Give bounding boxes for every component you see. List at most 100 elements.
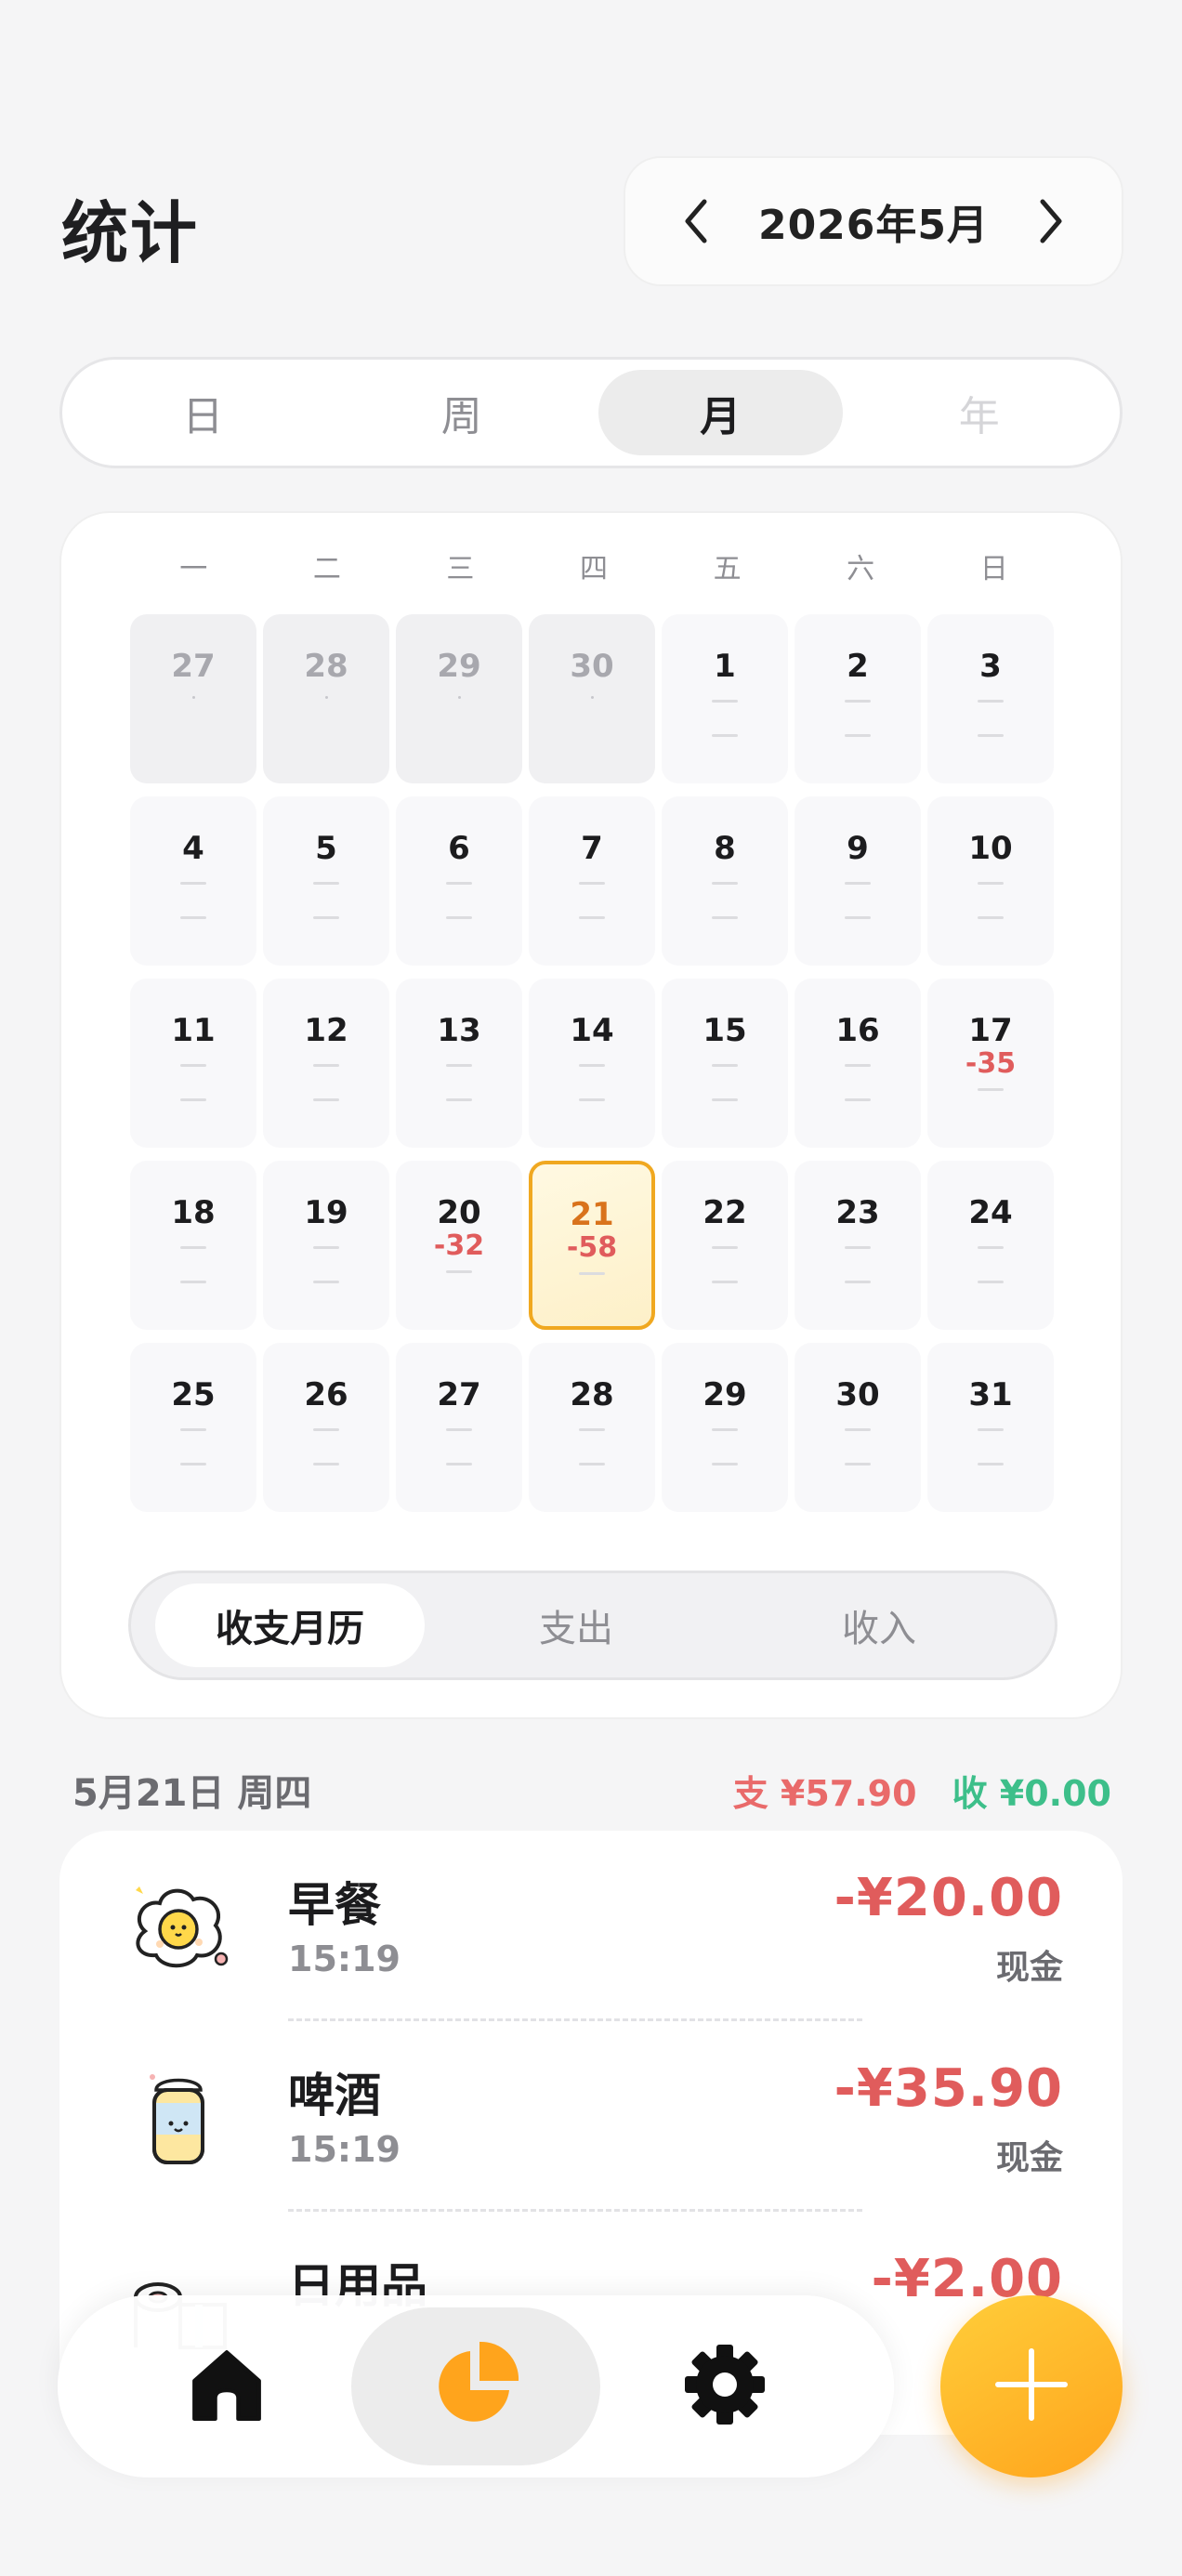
calendar-day[interactable]: 3 xyxy=(927,614,1054,783)
chevron-left-icon[interactable] xyxy=(676,197,716,245)
tab-year[interactable]: 年 xyxy=(858,370,1102,455)
day-number: 14 xyxy=(570,1012,614,1049)
empty-marker xyxy=(313,1098,339,1101)
empty-marker xyxy=(845,916,871,919)
empty-marker xyxy=(579,1064,605,1067)
tab-day[interactable]: 日 xyxy=(81,370,325,455)
empty-marker xyxy=(712,1463,738,1465)
add-record-button[interactable] xyxy=(940,2295,1123,2477)
calendar-day[interactable]: 13 xyxy=(396,979,522,1148)
day-number: 19 xyxy=(304,1194,348,1231)
calendar-day[interactable]: 10 xyxy=(927,796,1054,966)
weekday-header: 一 二 三 四 五 六 日 xyxy=(130,546,1057,593)
calendar-day[interactable]: 2 xyxy=(795,614,921,783)
calendar-day[interactable]: 30 xyxy=(529,614,655,783)
empty-marker xyxy=(446,1428,472,1431)
day-number: 30 xyxy=(570,648,614,685)
view-tab-income[interactable]: 收入 xyxy=(728,1584,1031,1667)
empty-marker xyxy=(978,734,1004,737)
day-number: 29 xyxy=(703,1376,747,1413)
empty-marker xyxy=(845,1463,871,1465)
empty-marker xyxy=(313,1246,339,1249)
calendar-day[interactable]: 24 xyxy=(927,1161,1054,1330)
empty-marker xyxy=(712,1246,738,1249)
empty-marker xyxy=(324,696,328,699)
empty-marker xyxy=(313,1281,339,1283)
weekday-label: 六 xyxy=(847,553,875,585)
empty-marker xyxy=(446,916,472,919)
calendar-day[interactable]: 20 -32 xyxy=(396,1161,522,1330)
calendar-day[interactable]: 16 xyxy=(795,979,921,1148)
calendar-day[interactable]: 22 xyxy=(662,1161,788,1330)
empty-marker xyxy=(845,1098,871,1101)
calendar-day[interactable]: 26 xyxy=(263,1343,389,1512)
calendar-day[interactable]: 8 xyxy=(662,796,788,966)
day-number: 5 xyxy=(315,830,337,867)
nav-settings[interactable] xyxy=(600,2307,849,2465)
calendar-day[interactable]: 28 xyxy=(263,614,389,783)
day-number: 31 xyxy=(968,1376,1013,1413)
calendar-day[interactable]: 7 xyxy=(529,796,655,966)
day-summary: 5月21日 周四 支 ¥57.90 收 ¥0.00 xyxy=(72,1762,1111,1818)
transaction-row[interactable]: 啤酒 15:19 -¥35.90 现金 xyxy=(59,2021,1123,2212)
day-expense: -58 xyxy=(566,1231,618,1264)
payment-method: 现金 xyxy=(995,1949,1063,1987)
day-number: 29 xyxy=(437,648,481,685)
calendar-day[interactable]: 29 xyxy=(662,1343,788,1512)
empty-marker xyxy=(180,1246,206,1249)
view-tab-calendar[interactable]: 收支月历 xyxy=(155,1584,425,1667)
month-label[interactable]: 2026年5月 xyxy=(758,191,989,251)
period-tabs: 日 周 月 年 xyxy=(59,357,1123,468)
empty-marker xyxy=(191,696,195,699)
calendar-day-selected[interactable]: 21 -58 xyxy=(529,1161,655,1330)
calendar-day[interactable]: 28 xyxy=(529,1343,655,1512)
calendar-day[interactable]: 15 xyxy=(662,979,788,1148)
weekday-label: 四 xyxy=(579,553,608,585)
day-expense-total: 支 ¥57.90 xyxy=(732,1772,917,1814)
day-number: 15 xyxy=(703,1012,747,1049)
bottom-nav xyxy=(58,2295,894,2477)
day-number: 12 xyxy=(304,1012,348,1049)
empty-marker xyxy=(180,1428,206,1431)
day-number: 23 xyxy=(835,1194,880,1231)
empty-marker xyxy=(446,882,472,885)
calendar-day[interactable]: 25 xyxy=(130,1343,256,1512)
empty-marker xyxy=(712,1281,738,1283)
empty-marker xyxy=(978,882,1004,885)
calendar-day[interactable]: 1 xyxy=(662,614,788,783)
empty-marker xyxy=(313,1463,339,1465)
calendar-day[interactable]: 30 xyxy=(795,1343,921,1512)
calendar-day[interactable]: 27 xyxy=(396,1343,522,1512)
calendar-day[interactable]: 23 xyxy=(795,1161,921,1330)
transaction-row[interactable]: 早餐 15:19 -¥20.00 现金 xyxy=(59,1831,1123,2021)
view-tab-expense[interactable]: 支出 xyxy=(425,1584,728,1667)
empty-marker xyxy=(845,700,871,703)
empty-marker xyxy=(180,916,206,919)
calendar-day[interactable]: 17 -35 xyxy=(927,979,1054,1148)
fried-egg-icon xyxy=(125,1873,236,1985)
empty-marker xyxy=(845,1281,871,1283)
tab-week[interactable]: 周 xyxy=(340,370,584,455)
calendar-day[interactable]: 18 xyxy=(130,1161,256,1330)
calendar-day[interactable]: 12 xyxy=(263,979,389,1148)
home-icon xyxy=(189,2346,265,2426)
tab-month[interactable]: 月 xyxy=(598,370,843,455)
calendar-grid: 27 28 29 30 1 2 3 4 5 6 7 8 9 10 11 12 13 14 15 16 17 -35 18 19… xyxy=(130,614,1057,1512)
calendar-day[interactable]: 5 xyxy=(263,796,389,966)
calendar-day[interactable]: 19 xyxy=(263,1161,389,1330)
chevron-right-icon[interactable] xyxy=(1031,197,1071,245)
nav-home[interactable] xyxy=(102,2307,351,2465)
day-expense: -32 xyxy=(433,1229,485,1262)
calendar-day[interactable]: 9 xyxy=(795,796,921,966)
day-number: 3 xyxy=(979,648,1002,685)
calendar-day[interactable]: 27 xyxy=(130,614,256,783)
calendar-day[interactable]: 29 xyxy=(396,614,522,783)
calendar-day[interactable]: 6 xyxy=(396,796,522,966)
calendar-day[interactable]: 4 xyxy=(130,796,256,966)
day-number: 11 xyxy=(171,1012,216,1049)
nav-statistics[interactable] xyxy=(351,2307,600,2465)
calendar-day[interactable]: 14 xyxy=(529,979,655,1148)
calendar-day[interactable]: 31 xyxy=(927,1343,1054,1512)
calendar-day[interactable]: 11 xyxy=(130,979,256,1148)
transaction-time: 15:19 xyxy=(288,1939,401,1979)
